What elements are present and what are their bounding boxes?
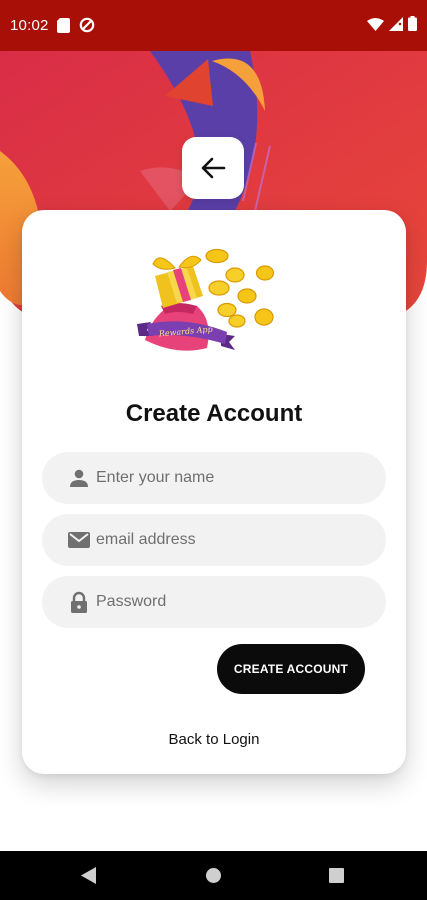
nav-back-icon[interactable]	[81, 867, 96, 884]
password-input[interactable]	[96, 576, 366, 628]
nav-home-icon[interactable]	[206, 868, 221, 883]
cellular-signal-icon	[389, 16, 403, 31]
person-icon	[70, 469, 88, 487]
create-account-card: Rewards App Create Account CREATE ACCOUN…	[22, 210, 406, 774]
name-field[interactable]	[42, 452, 386, 504]
wifi-icon	[367, 17, 384, 31]
status-right-icons	[367, 16, 417, 31]
gift-coins-logo: Rewards App	[137, 248, 275, 351]
name-input[interactable]	[96, 452, 366, 504]
nav-recents-icon[interactable]	[329, 868, 344, 883]
status-time: 10:02	[10, 17, 49, 34]
arrow-left-icon	[201, 157, 226, 179]
email-field[interactable]	[42, 514, 386, 566]
page-title: Create Account	[125, 400, 303, 427]
mail-icon	[68, 532, 90, 548]
data-saver-icon	[79, 17, 95, 33]
system-nav-bar	[0, 851, 427, 900]
password-field[interactable]	[42, 576, 386, 628]
email-input[interactable]	[96, 514, 366, 566]
battery-icon	[408, 16, 417, 31]
status-bar: 10:02	[0, 0, 427, 51]
back-to-login-link[interactable]: Back to Login	[22, 731, 406, 748]
back-button[interactable]	[182, 137, 244, 199]
status-left-icons	[57, 17, 95, 33]
create-account-button[interactable]: CREATE ACCOUNT	[217, 644, 365, 694]
lock-icon	[71, 591, 87, 613]
sd-card-icon	[57, 17, 70, 33]
